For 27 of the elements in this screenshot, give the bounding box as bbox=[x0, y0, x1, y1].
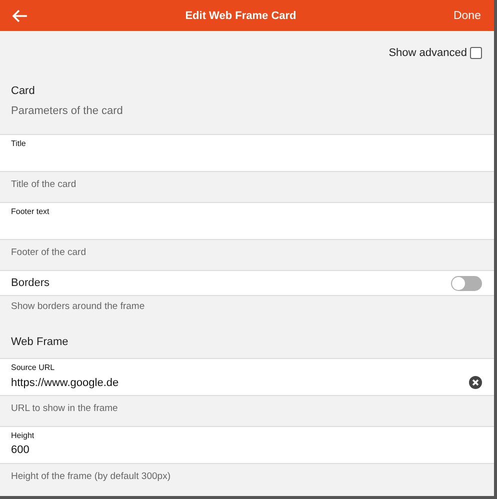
back-arrow-icon bbox=[12, 8, 28, 22]
section-title: Card bbox=[11, 85, 36, 97]
text-field[interactable]: Source URL https://www.google.de bbox=[0, 358, 494, 395]
field-description: Footer of the card bbox=[11, 247, 86, 258]
back-button[interactable] bbox=[12, 8, 28, 22]
screen-title: Edit Web Frame Card bbox=[185, 10, 296, 22]
text-field[interactable]: Height 600 bbox=[0, 426, 494, 463]
field-value: 600 bbox=[11, 444, 30, 456]
field-description: Title of the card bbox=[11, 179, 76, 190]
field-description: Show borders around the frame bbox=[11, 301, 145, 312]
field-description: URL to show in the frame bbox=[11, 403, 118, 414]
field-label: Source URL bbox=[11, 363, 55, 372]
section-subtitle: Parameters of the card bbox=[11, 105, 124, 117]
text-field[interactable]: Title bbox=[0, 134, 494, 171]
field-label: Title bbox=[11, 139, 26, 148]
show-advanced-checkbox[interactable] bbox=[470, 47, 482, 59]
field-description: Height of the frame (by default 300px) bbox=[11, 471, 170, 482]
show-advanced-label: Show advanced bbox=[388, 47, 467, 59]
text-field[interactable]: Footer text bbox=[0, 202, 494, 239]
field-label: Footer text bbox=[11, 207, 50, 216]
field-label: Height bbox=[11, 431, 34, 440]
section-title: Web Frame bbox=[11, 336, 70, 348]
toggle-switch[interactable] bbox=[451, 276, 482, 290]
field-value: https://www.google.de bbox=[11, 376, 119, 388]
clear-icon[interactable] bbox=[469, 376, 482, 389]
toggle-label: Borders bbox=[11, 277, 50, 289]
done-button[interactable]: Done bbox=[453, 10, 481, 22]
